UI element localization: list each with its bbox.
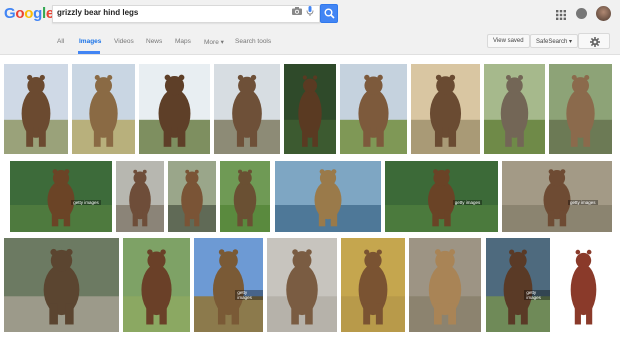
image-result[interactable]: getty images — [385, 161, 498, 232]
bear-photo — [275, 161, 381, 232]
bear-photo — [502, 161, 612, 232]
bear-photo — [385, 161, 498, 232]
search-box[interactable]: grizzly bear hind legs — [52, 5, 320, 23]
search-icon — [324, 8, 335, 19]
avatar[interactable] — [596, 6, 611, 21]
tab-search-tools[interactable]: Search tools — [235, 38, 271, 45]
google-logo[interactable]: Google — [4, 5, 54, 22]
bear-photo — [194, 238, 263, 332]
settings-button[interactable] — [578, 33, 610, 49]
bear-photo — [267, 238, 337, 332]
image-result[interactable] — [4, 238, 119, 332]
watermark-badge: getty images — [524, 289, 550, 300]
image-result[interactable]: getty images — [502, 161, 612, 232]
image-result[interactable] — [267, 238, 337, 332]
image-result[interactable] — [275, 161, 381, 232]
image-result[interactable] — [409, 238, 481, 332]
bear-photo — [10, 161, 112, 232]
image-result[interactable] — [116, 161, 164, 232]
image-result[interactable] — [484, 64, 545, 154]
bear-photo — [139, 64, 210, 154]
image-result[interactable] — [549, 64, 612, 154]
watermark-badge: getty images — [568, 200, 598, 206]
bear-photo — [4, 238, 119, 332]
image-result[interactable] — [341, 238, 405, 332]
logo-letter: g — [33, 5, 42, 22]
apps-grid-icon[interactable] — [556, 10, 566, 20]
image-result[interactable]: getty images — [194, 238, 263, 332]
image-result[interactable] — [4, 64, 68, 154]
search-input[interactable]: grizzly bear hind legs — [57, 8, 138, 17]
image-result[interactable] — [284, 64, 336, 154]
logo-letter: G — [4, 5, 16, 22]
bear-photo — [341, 238, 405, 332]
bear-photo — [486, 238, 550, 332]
gear-icon — [590, 37, 600, 47]
bear-photo — [72, 64, 135, 154]
bear-photo — [220, 161, 270, 232]
image-result[interactable] — [411, 64, 480, 154]
notifications-icon[interactable] — [576, 8, 587, 19]
search-button[interactable] — [320, 4, 338, 23]
bear-photo — [484, 64, 545, 154]
image-result[interactable] — [220, 161, 270, 232]
search-tabs-bar: All Images Videos News Maps More ▾ Searc… — [0, 28, 620, 55]
bear-photo — [284, 64, 336, 154]
watermark-badge: getty images — [452, 200, 483, 206]
image-result[interactable]: getty images — [10, 161, 112, 232]
watermark-badge: getty images — [235, 289, 263, 300]
bear-photo — [409, 238, 481, 332]
image-result[interactable] — [555, 238, 612, 332]
image-result[interactable] — [340, 64, 407, 154]
bear-photo — [168, 161, 216, 232]
tab-more[interactable]: More ▾ — [204, 38, 224, 46]
image-result[interactable]: getty images — [486, 238, 550, 332]
microphone-icon[interactable] — [306, 6, 314, 17]
active-tab-indicator — [78, 51, 100, 54]
tab-all[interactable]: All — [57, 38, 64, 45]
bear-photo — [214, 64, 280, 154]
bear-photo — [340, 64, 407, 154]
bear-photo — [123, 238, 190, 332]
bear-photo — [555, 238, 612, 332]
logo-letter: o — [15, 5, 25, 22]
tab-images[interactable]: Images — [79, 38, 101, 45]
watermark-badge: getty images — [71, 200, 101, 206]
bear-photo — [4, 64, 68, 154]
tab-news[interactable]: News — [146, 38, 162, 45]
image-result[interactable] — [72, 64, 135, 154]
camera-icon[interactable] — [292, 7, 302, 15]
bear-photo — [116, 161, 164, 232]
tab-videos[interactable]: Videos — [114, 38, 134, 45]
top-bar: Google grizzly bear hind legs — [0, 0, 620, 28]
tab-maps[interactable]: Maps — [175, 38, 191, 45]
image-result[interactable] — [123, 238, 190, 332]
bear-photo — [549, 64, 612, 154]
image-result[interactable] — [139, 64, 210, 154]
view-saved-button[interactable]: View saved — [487, 34, 530, 48]
logo-letter: o — [24, 5, 34, 22]
safesearch-button[interactable]: SafeSearch ▾ — [530, 34, 579, 48]
bear-photo — [411, 64, 480, 154]
image-result[interactable] — [168, 161, 216, 232]
image-result[interactable] — [214, 64, 280, 154]
